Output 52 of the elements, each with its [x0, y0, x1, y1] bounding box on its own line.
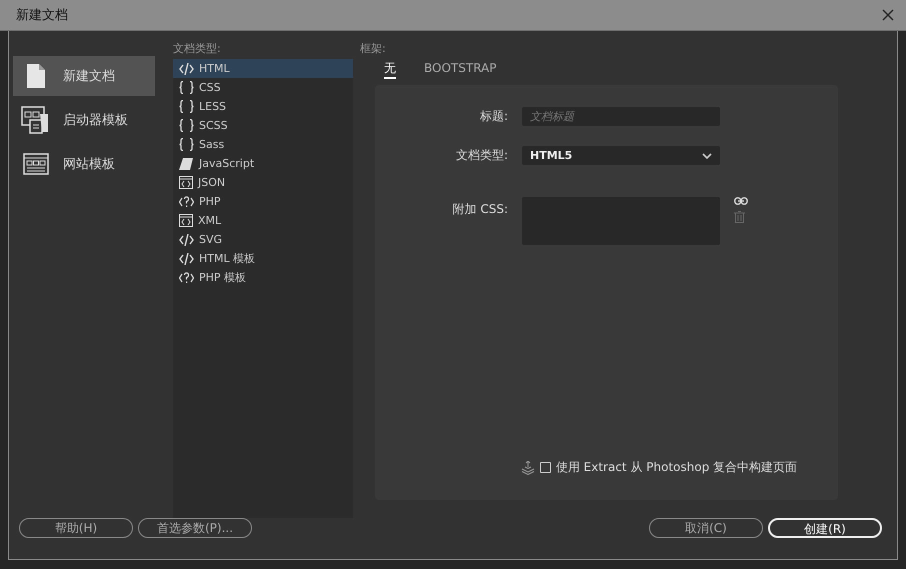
list-item[interactable]: CSS: [173, 78, 353, 97]
footer-button[interactable]: 帮助(H): [19, 518, 133, 538]
sidebar-label: 新建文档: [63, 68, 115, 85]
template-icon: [21, 106, 51, 134]
chevron-icon: [702, 152, 712, 158]
section-heading: 框架:: [360, 41, 387, 57]
footer-button[interactable]: 创建(R): [768, 518, 882, 538]
code-box-icon: [179, 176, 193, 189]
code-tag-icon: [179, 252, 194, 264]
footer-button[interactable]: 首选参数(P)...: [138, 518, 252, 538]
braces-icon: [179, 81, 194, 94]
sidebar-label: 网站模板: [63, 156, 115, 173]
list-item[interactable]: Sass: [173, 135, 353, 154]
template-icon: [21, 153, 51, 175]
sidebar-item[interactable]: 网站模板: [13, 144, 155, 184]
sidebar-item[interactable]: 新建文档: [13, 56, 155, 96]
code-tag-icon: [179, 196, 194, 208]
tab[interactable]: 无: [384, 59, 396, 79]
list-item[interactable]: HTML 模板: [173, 249, 353, 268]
list-item[interactable]: LESS: [173, 97, 353, 116]
list-item[interactable]: XML: [173, 211, 353, 230]
list-item[interactable]: JavaScript: [173, 154, 353, 173]
link-icon[interactable]: [734, 197, 748, 205]
field-label: 附加 CSS:: [452, 201, 508, 218]
sidebar-label: 启动器模板: [63, 112, 128, 129]
scroll-icon: [179, 158, 194, 170]
doctype-dropdown[interactable]: HTML5: [522, 146, 720, 165]
close-icon[interactable]: [882, 9, 894, 21]
list-item[interactable]: SVG: [173, 230, 353, 249]
list-item[interactable]: PHP 模板: [173, 268, 353, 287]
layers-icon: [520, 460, 535, 474]
list-heading: 文档类型:: [173, 41, 222, 57]
field-label: 标题:: [478, 108, 508, 125]
checkbox[interactable]: [540, 462, 551, 473]
list-item[interactable]: SCSS: [173, 116, 353, 135]
code-box-icon: [179, 214, 193, 227]
field-label: 文档类型:: [454, 147, 508, 164]
sidebar-item[interactable]: 启动器模板: [13, 100, 155, 140]
code-tag-icon: [179, 234, 194, 246]
braces-icon: [179, 100, 194, 113]
title-field[interactable]: 文档标题: [522, 107, 720, 126]
list-item[interactable]: JSON: [173, 173, 353, 192]
list-item[interactable]: PHP: [173, 192, 353, 211]
tab[interactable]: BOOTSTRAP: [424, 59, 496, 79]
checkbox-label: 使用 Extract 从 Photoshop 复合中构建页面: [556, 459, 798, 476]
code-tag-icon: [179, 272, 194, 284]
braces-icon: [179, 119, 194, 132]
window-title: 新建文档: [16, 7, 68, 24]
footer-button[interactable]: 取消(C): [649, 518, 763, 538]
list-item[interactable]: HTML: [173, 59, 353, 78]
code-tag-icon: [179, 62, 194, 74]
braces-icon: [179, 138, 194, 151]
